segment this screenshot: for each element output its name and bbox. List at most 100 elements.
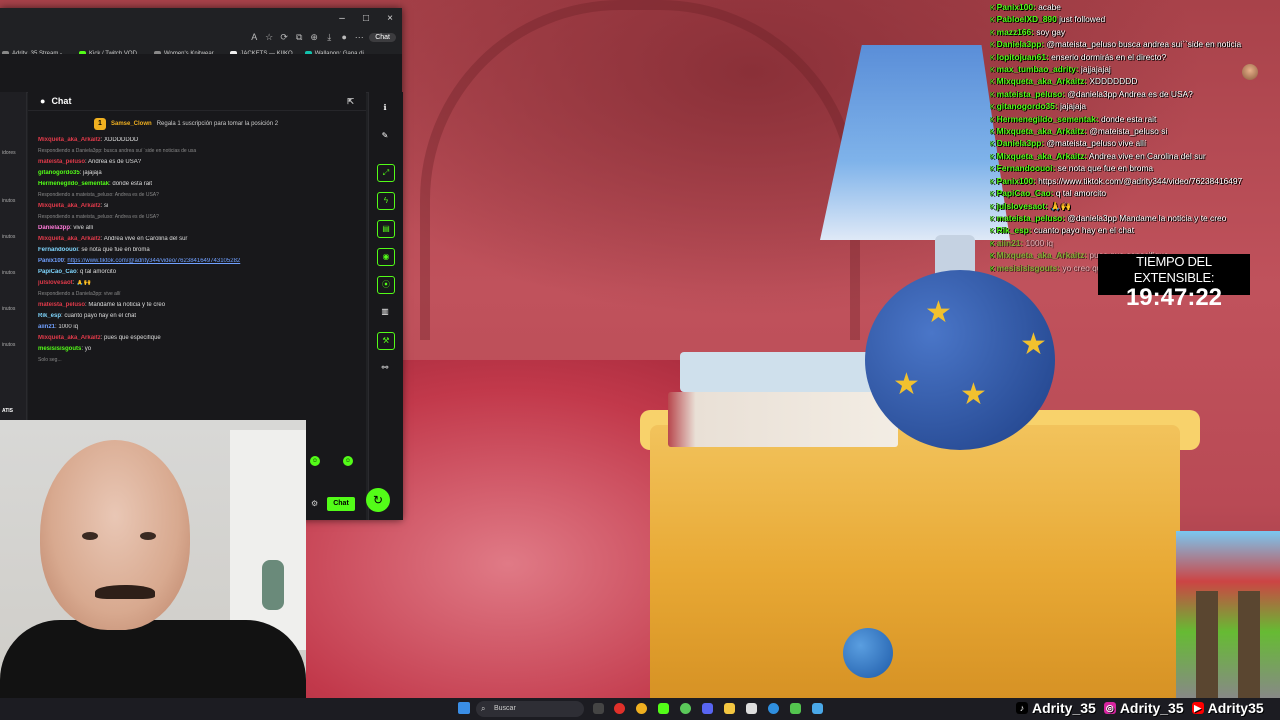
- store-icon[interactable]: [746, 703, 757, 714]
- chat-username[interactable]: Daniela3pp: [38, 225, 70, 231]
- overlay-username: Panix100:: [996, 2, 1036, 12]
- webcam-feed: [0, 420, 306, 700]
- wrench-icon[interactable]: ⚒: [377, 332, 395, 350]
- reload-icon[interactable]: ⟳: [279, 32, 289, 42]
- copilot-chat-button[interactable]: Chat: [369, 32, 396, 42]
- task-view-icon[interactable]: [593, 703, 604, 714]
- discord-icon[interactable]: [702, 703, 713, 714]
- bookmark-star-icon[interactable]: ☆: [264, 32, 274, 42]
- start-icon[interactable]: [458, 702, 470, 714]
- overlay-chat-line: K Panix100: https://www.tiktok.com/@adrit…: [990, 176, 1280, 188]
- overlay-username: Mixqueta_aka_Arkaitz:: [996, 126, 1087, 137]
- download-icon[interactable]: ⤓: [324, 32, 334, 42]
- sidebar-item[interactable]: inutos: [2, 270, 15, 276]
- kick-badge-icon: K: [990, 104, 995, 112]
- kick-app-icon[interactable]: [658, 703, 669, 714]
- chat-message: julslovesaot: 🙏🙌: [38, 280, 358, 287]
- share-icon[interactable]: ⚯: [377, 360, 393, 376]
- chat-username[interactable]: Fernandoouoi: [38, 247, 78, 253]
- chat-username[interactable]: gitanogordo35: [38, 170, 80, 176]
- overlay-text: Andrea vive en Carolina del sur: [1088, 150, 1206, 161]
- nightstand: [650, 425, 1180, 715]
- popout-icon[interactable]: ⇱: [347, 97, 354, 106]
- chat-username[interactable]: Panix100: [38, 258, 64, 264]
- edge-icon[interactable]: [768, 703, 779, 714]
- drawer-knob: [843, 628, 893, 678]
- sidebar-item[interactable]: inutos: [2, 306, 15, 312]
- chat-message: gitanogordo35: jajajaja: [38, 170, 358, 177]
- overlay-text: @mateista_peluso vive allí: [1046, 138, 1147, 149]
- app-icon[interactable]: [812, 703, 823, 714]
- pencil-icon[interactable]: ✎: [377, 128, 393, 144]
- xbox-icon[interactable]: [790, 703, 801, 714]
- chat-header: ● Chat ⇱: [28, 92, 366, 111]
- emote-icon[interactable]: ☺: [310, 456, 320, 466]
- chat-username[interactable]: Rik_esp: [38, 313, 61, 319]
- reader-icon[interactable]: A: [249, 32, 259, 42]
- chat-username[interactable]: julslovesaot: [38, 280, 73, 286]
- profile-icon[interactable]: ●: [339, 32, 349, 42]
- lightning-icon[interactable]: ϟ: [377, 192, 395, 210]
- overlay-username: Hermenegildo_sementak:: [996, 113, 1099, 124]
- chat-username[interactable]: Mixqueta_aka_Arkaitz: [38, 203, 101, 209]
- chat-username[interactable]: PapiCao_Cao: [38, 269, 77, 275]
- subway-surfers-gameplay: [1176, 531, 1280, 699]
- chat-message-list: Mixqueta_aka_Arkaitz: XDDDDDDD Respondien…: [28, 137, 366, 364]
- overlay-text: cuanto payo hay en el chat: [1033, 225, 1135, 236]
- social-handles: ♪ Adrity_35 ◎ Adrity_35 ▶ Adrity35: [1016, 700, 1264, 716]
- sidebar-item[interactable]: inutos: [2, 198, 15, 204]
- whatsapp-icon[interactable]: [680, 703, 691, 714]
- emote-icon[interactable]: ☺: [343, 456, 353, 466]
- overlay-text: 🙏🙌: [1050, 200, 1072, 211]
- send-chat-button[interactable]: Chat: [327, 497, 355, 511]
- chat-bubble-icon: ●: [40, 96, 46, 106]
- overlay-chat-line: K Panix100: acabe: [990, 2, 1280, 14]
- chat-link[interactable]: https://www.tiktok.com/@adrity344/video/…: [67, 258, 240, 264]
- chat-username[interactable]: Hermenegildo_sementak: [38, 181, 109, 187]
- gift-username[interactable]: Samse_Clown: [111, 121, 152, 127]
- extensions-icon[interactable]: ⧉: [294, 32, 304, 42]
- expand-icon[interactable]: ⤢: [377, 164, 395, 182]
- chat-username[interactable]: Mixqueta_aka_Arkaitz: [38, 137, 101, 143]
- gear-icon[interactable]: ⚙: [311, 499, 318, 508]
- opera-icon[interactable]: [614, 703, 625, 714]
- chat-username[interactable]: mateista_peluso: [38, 302, 85, 308]
- server-icon[interactable]: ▥: [377, 304, 393, 320]
- refresh-icon[interactable]: ↻: [366, 488, 390, 512]
- chat-username[interactable]: aiin21: [38, 324, 55, 330]
- kick-badge-icon: K: [990, 253, 995, 261]
- streamer-face: [40, 440, 190, 630]
- sidebar-item[interactable]: ATIS: [2, 408, 13, 414]
- overlay-chat-line: K Mixqueta_aka_Arkaitz: XDDDDDDD: [990, 76, 1280, 88]
- overlay-username: julslovesaot:: [996, 200, 1048, 211]
- info-icon[interactable]: ℹ: [377, 100, 393, 116]
- chat-username[interactable]: mesisisisgouts: [38, 346, 81, 352]
- kick-badge-icon: K: [990, 79, 995, 87]
- minimize-button[interactable]: –: [330, 8, 354, 28]
- kick-badge-icon: K: [990, 91, 995, 99]
- chat-text: : pues que especifique: [100, 335, 161, 341]
- folder-icon[interactable]: [724, 703, 735, 714]
- sidebar-item[interactable]: idores: [2, 150, 16, 156]
- chat-username[interactable]: Mixqueta_aka_Arkaitz: [38, 236, 101, 242]
- chat-username[interactable]: Mixqueta_aka_Arkaitz: [38, 335, 101, 341]
- overlay-text: @daniela3pp Andrea es de USA?: [1067, 88, 1193, 99]
- sidebar-item[interactable]: inutos: [2, 234, 15, 240]
- overlay-text: https://www.tiktok.com/@adrity344/video/…: [1038, 175, 1243, 186]
- overlay-text: XDDDDDDD: [1089, 76, 1138, 87]
- chat-username[interactable]: mateista_peluso: [38, 159, 85, 165]
- overlay-username: Mixqueta_aka_Arkaitz:: [996, 250, 1087, 261]
- maximize-button[interactable]: □: [354, 8, 378, 28]
- taskbar-search[interactable]: Buscar: [476, 701, 584, 717]
- close-button[interactable]: ×: [378, 8, 402, 28]
- message-icon[interactable]: ◉: [377, 248, 395, 266]
- chrome-icon[interactable]: [636, 703, 647, 714]
- overlay-chat-line: K Mixqueta_aka_Arkaitz: @mateista_peluso …: [990, 126, 1280, 138]
- menu-icon[interactable]: ⋯: [354, 32, 364, 42]
- broadcast-icon[interactable]: ⦿: [377, 276, 395, 294]
- history-icon[interactable]: ⊕: [309, 32, 319, 42]
- right-toolbar: ℹ ✎ ⤢ ϟ ▤ ◉ ⦿ ▥ ⚒ ⚯: [368, 92, 403, 520]
- overlay-username: Daniela3pp:: [996, 39, 1045, 50]
- sidebar-item[interactable]: inutos: [2, 342, 15, 348]
- doc-icon[interactable]: ▤: [377, 220, 395, 238]
